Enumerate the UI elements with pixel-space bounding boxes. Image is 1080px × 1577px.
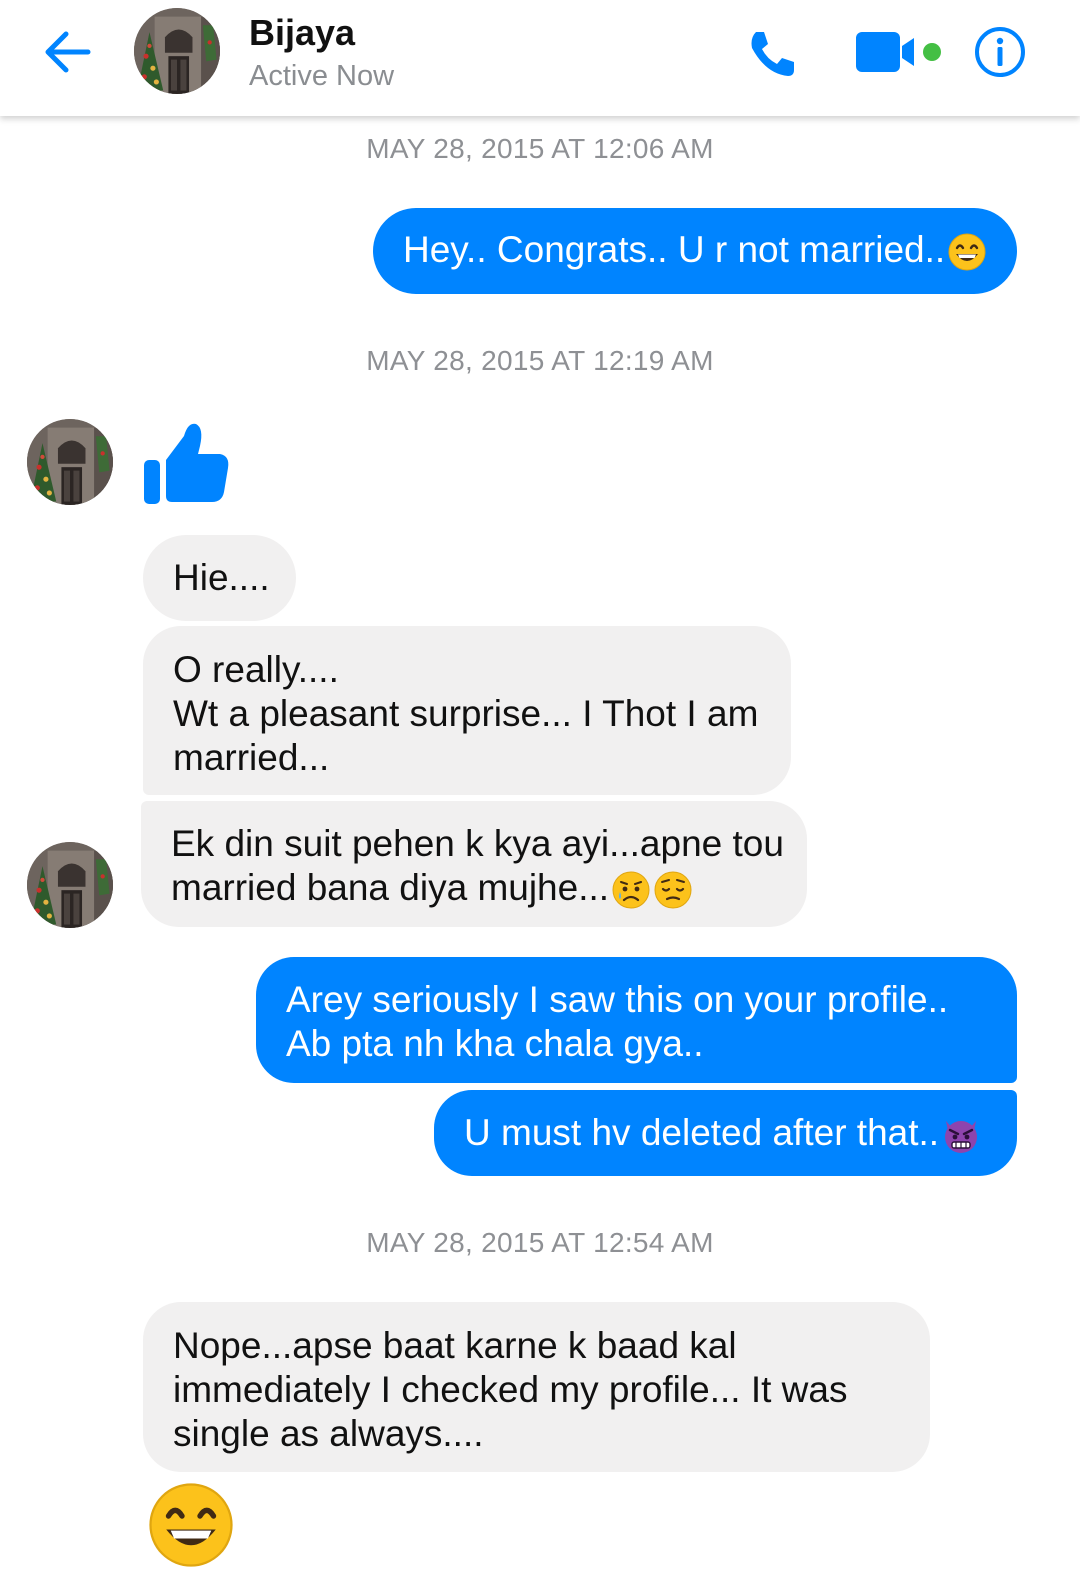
video-call-button[interactable] <box>856 30 946 74</box>
message-timestamp: MAY 28, 2015 AT 12:54 AM <box>366 1227 714 1258</box>
conversation-info-button[interactable] <box>973 25 1027 79</box>
video-camera-icon <box>856 32 941 72</box>
message-timestamp: MAY 28, 2015 AT 12:19 AM <box>366 345 714 376</box>
message-text: Hie.... <box>173 557 270 598</box>
message-line: single as always.... <box>173 1413 484 1454</box>
pensive-face-icon <box>653 870 693 910</box>
message-timestamp: MAY 28, 2015 AT 12:06 AM <box>366 133 714 164</box>
contact-avatar[interactable] <box>134 8 220 94</box>
message-line: Nope...apse baat karne k baad kal <box>173 1325 737 1366</box>
info-icon <box>975 27 1025 77</box>
sender-avatar[interactable] <box>27 419 113 505</box>
grinning-face-icon <box>947 232 987 272</box>
sent-message[interactable]: Hey.. Congrats.. U r not married.. <box>373 208 1017 294</box>
received-message[interactable]: O really.... Wt a pleasant surprise... I… <box>143 626 791 795</box>
message-text: U must hv deleted after that.. <box>464 1112 940 1153</box>
grinning-face-icon[interactable] <box>146 1480 236 1570</box>
received-message[interactable]: Ek din suit pehen k kya ayi...apne tou m… <box>141 801 807 927</box>
arrow-left-icon <box>45 31 91 73</box>
angry-devil-face-icon <box>941 1115 981 1155</box>
message-line: married... <box>173 737 330 778</box>
thumbs-up-icon[interactable] <box>140 418 230 508</box>
received-message[interactable]: Nope...apse baat karne k baad kal immedi… <box>143 1302 930 1472</box>
active-status: Active Now <box>249 60 395 92</box>
message-line: Ab pta nh kha chala gya.. <box>286 1023 704 1064</box>
sent-message[interactable]: U must hv deleted after that.. <box>434 1090 1017 1176</box>
sender-avatar[interactable] <box>27 842 113 928</box>
voice-call-button[interactable] <box>744 26 800 82</box>
message-line: married bana diya mujhe... <box>171 867 610 908</box>
conversation-header: Bijaya Active Now <box>0 0 1080 116</box>
phone-icon <box>751 32 794 76</box>
message-line: Ek din suit pehen k kya ayi...apne tou <box>171 823 784 864</box>
message-text: Hey.. Congrats.. U r not married.. <box>403 229 946 270</box>
sent-message[interactable]: Arey seriously I saw this on your profil… <box>256 957 1017 1083</box>
back-button[interactable] <box>38 22 98 82</box>
message-line: Arey seriously I saw this on your profil… <box>286 979 949 1020</box>
message-line: Wt a pleasant surprise... I Thot I am <box>173 693 759 734</box>
contact-name[interactable]: Bijaya <box>249 12 355 54</box>
received-message[interactable]: Hie.... <box>143 535 296 621</box>
message-line: O really.... <box>173 649 339 690</box>
sad-sweat-face-icon <box>611 870 651 910</box>
message-line: immediately I checked my profile... It w… <box>173 1369 848 1410</box>
